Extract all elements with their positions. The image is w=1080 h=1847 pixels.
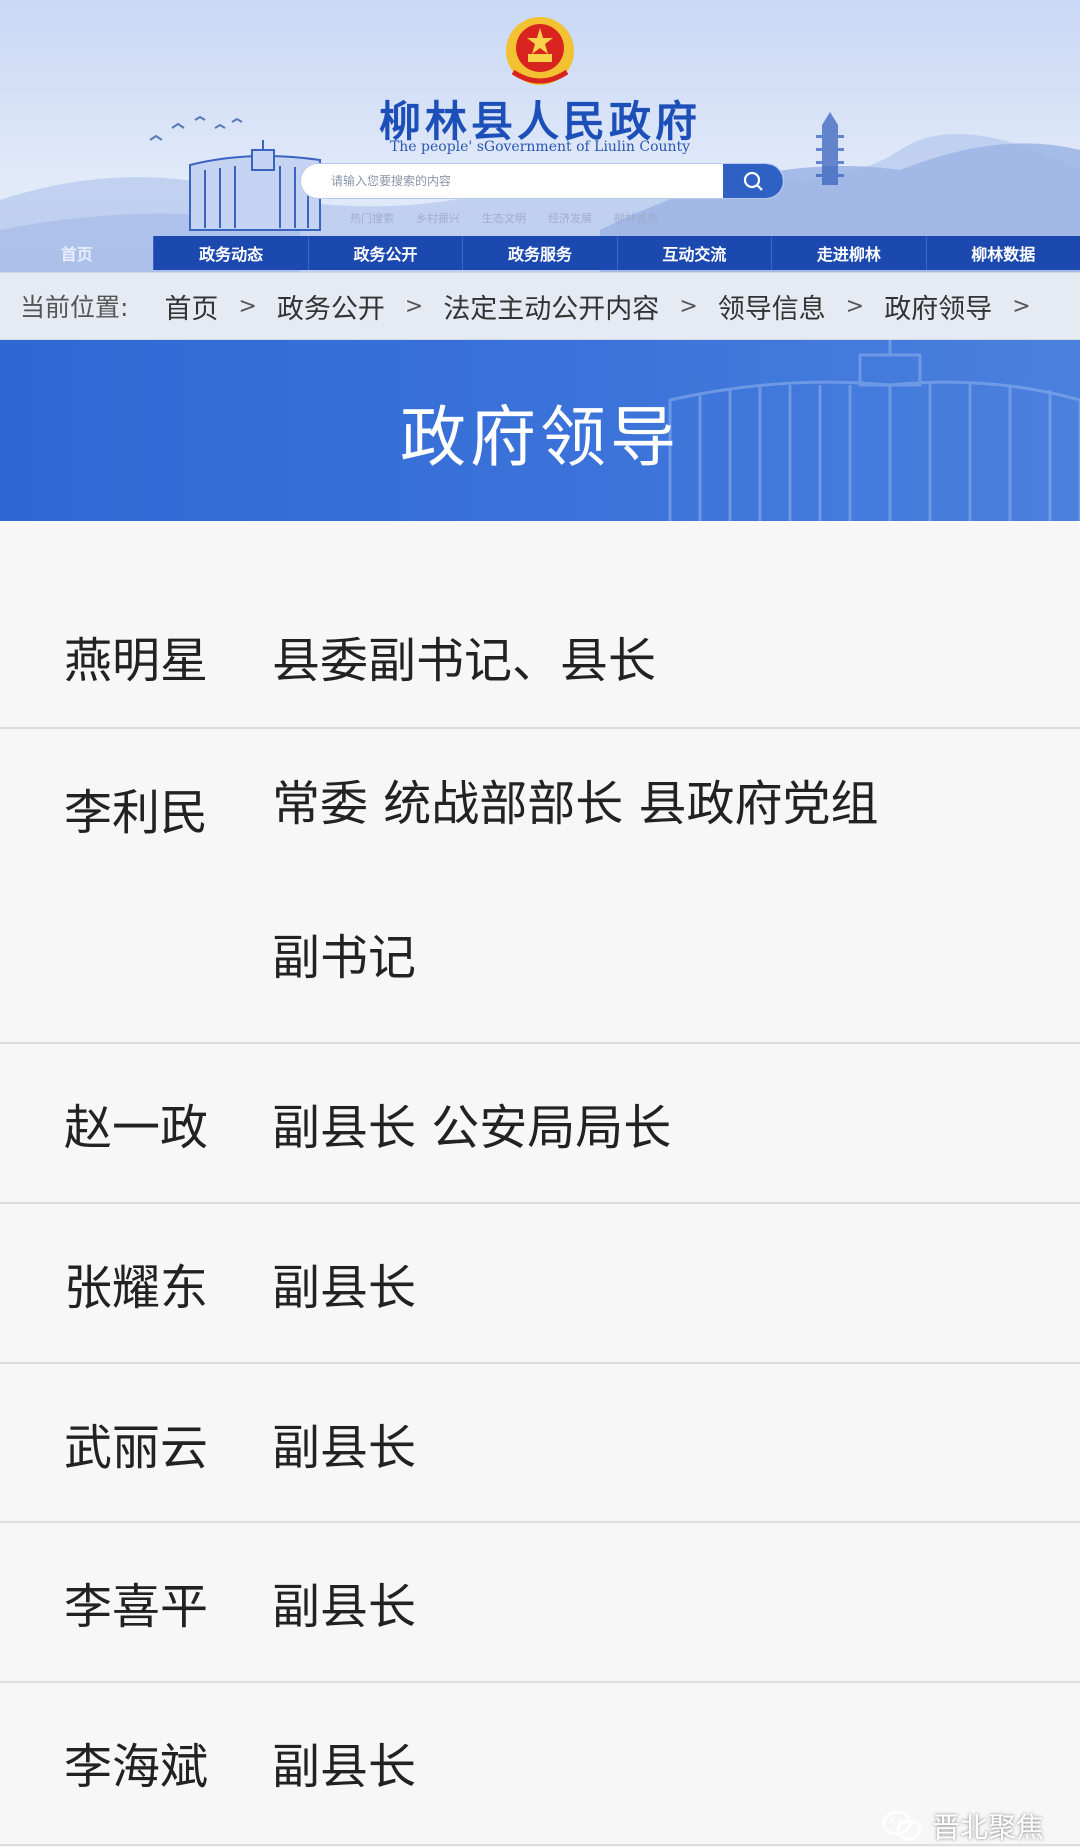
- leader-title: 副县长 公安局局长: [272, 1088, 1012, 1202]
- page-title: 政府领导: [400, 399, 680, 476]
- page-banner: 政府领导: [0, 340, 1080, 521]
- leader-title: 常委 统战部部长 县政府党组 副书记: [272, 773, 1012, 1042]
- leader-title-line: 副书记: [272, 930, 417, 986]
- breadcrumb-separator: >: [679, 293, 698, 319]
- search-button[interactable]: [723, 164, 783, 198]
- nav-item-interaction[interactable]: 互动交流: [616, 236, 772, 270]
- leader-name: 武丽云: [64, 1420, 209, 1476]
- leader-title-line: 副县长: [272, 1420, 417, 1476]
- breadcrumb-separator: >: [1012, 293, 1031, 319]
- breadcrumb-item-leader-info[interactable]: 领导信息: [718, 287, 826, 326]
- leader-list: 燕明星 县委副书记、县长 李利民 常委 统战部部长 县政府党组 副书记 赵一政 …: [0, 521, 1080, 1846]
- leader-title-line: 副县长 公安局局长: [272, 1100, 672, 1156]
- leader-title-line: 县委副书记、县长: [272, 633, 657, 689]
- hot-link[interactable]: 乡村振兴: [416, 210, 460, 226]
- breadcrumb-item-statutory[interactable]: 法定主动公开内容: [443, 287, 659, 326]
- leader-title: 副县长: [272, 1408, 1012, 1521]
- site-header: 柳林县人民政府 The people' sGovernment of Liuli…: [0, 0, 1080, 272]
- source-watermark: 晋北聚焦: [882, 1806, 1044, 1846]
- leader-title-line: 常委 统战部部长 县政府党组: [272, 776, 879, 832]
- site-subtitle: The people' sGovernment of Liulin County: [389, 139, 691, 155]
- leader-name: 燕明星: [64, 633, 209, 689]
- hot-link[interactable]: 经济发展: [548, 210, 592, 226]
- breadcrumb-separator: >: [845, 293, 865, 319]
- search-input[interactable]: [301, 164, 721, 198]
- breadcrumb-item-disclosure[interactable]: 政务公开: [277, 287, 385, 326]
- watermark-text: 晋北聚焦: [931, 1811, 1044, 1844]
- breadcrumb: 当前位置: 首页 > 政务公开 > 法定主动公开内容 > 领导信息 > 政府领导…: [0, 272, 1080, 340]
- leader-name: 李喜平: [64, 1579, 209, 1635]
- leader-row[interactable]: 赵一政 副县长 公安局局长: [0, 1044, 1080, 1204]
- leader-row[interactable]: 燕明星 县委副书记、县长: [0, 521, 1080, 729]
- hot-link[interactable]: 生态文明: [482, 210, 526, 226]
- leader-name: 李利民: [64, 785, 209, 841]
- leader-title-line: 副县长: [272, 1579, 417, 1635]
- search-icon: [743, 171, 763, 191]
- leader-row[interactable]: 李喜平 副县长: [0, 1523, 1080, 1683]
- main-nav: 首页 政务动态 政务公开 政务服务 互动交流 走进柳林 柳林数据: [0, 236, 1080, 270]
- national-emblem-icon: [506, 17, 574, 85]
- breadcrumb-item-gov-leaders[interactable]: 政府领导: [884, 287, 992, 326]
- search-bar: [300, 163, 784, 199]
- breadcrumb-separator: >: [238, 293, 257, 319]
- leader-name: 张耀东: [64, 1260, 209, 1316]
- hot-link[interactable]: 热门搜索: [350, 210, 394, 226]
- nav-item-services[interactable]: 政务服务: [462, 236, 617, 270]
- leader-row[interactable]: 张耀东 副县长: [0, 1204, 1080, 1364]
- leader-row[interactable]: 李利民 常委 统战部部长 县政府党组 副书记: [0, 729, 1080, 1044]
- leader-title-line: 副县长: [272, 1260, 417, 1316]
- nav-item-disclosure[interactable]: 政务公开: [307, 236, 463, 270]
- breadcrumb-item-home[interactable]: 首页: [164, 287, 218, 326]
- leader-title-line: 副县长: [272, 1739, 417, 1795]
- leader-title: 县委副书记、县长: [272, 621, 1012, 727]
- wechat-icon: [882, 1810, 922, 1841]
- leader-row[interactable]: 武丽云 副县长: [0, 1364, 1080, 1523]
- leader-name: 赵一政: [64, 1100, 209, 1156]
- breadcrumb-label: 当前位置:: [20, 293, 129, 322]
- leader-title: 副县长: [272, 1248, 1012, 1362]
- leader-title: 副县长: [272, 1567, 1012, 1681]
- nav-item-data[interactable]: 柳林数据: [925, 236, 1080, 270]
- breadcrumb-separator: >: [404, 293, 424, 319]
- leader-name: 李海斌: [64, 1739, 209, 1795]
- nav-item-news[interactable]: 政务动态: [153, 236, 308, 270]
- nav-item-about[interactable]: 走进柳林: [771, 236, 926, 270]
- hot-link[interactable]: 柳林城市: [614, 210, 658, 226]
- nav-item-home[interactable]: 首页: [0, 236, 153, 270]
- hot-search-links: 热门搜索 乡村振兴 生态文明 经济发展 柳林城市: [350, 210, 658, 226]
